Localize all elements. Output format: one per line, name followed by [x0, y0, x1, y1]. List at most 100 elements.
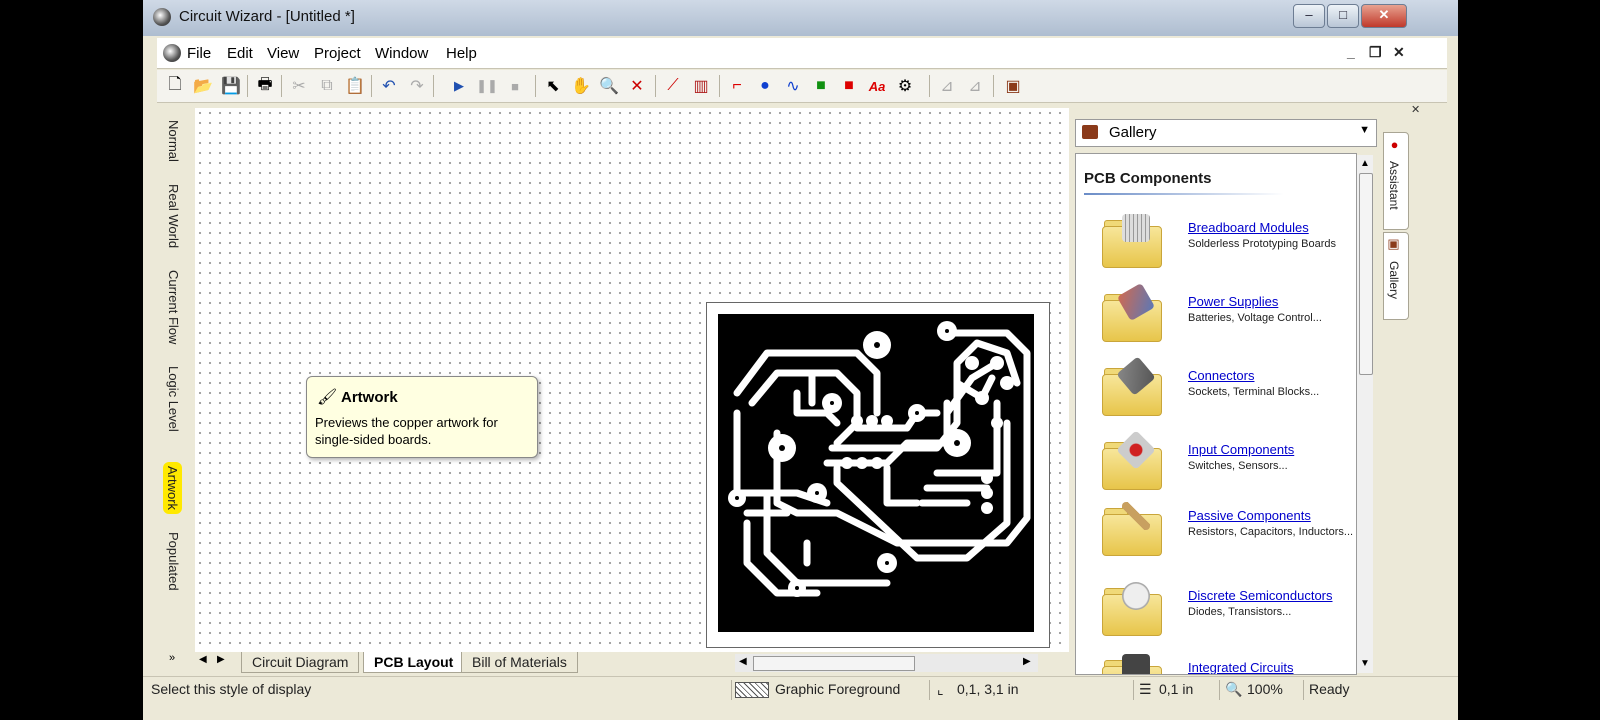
left-black-border — [0, 0, 143, 720]
mode-current-flow[interactable]: Current Flow — [166, 270, 181, 344]
pause-icon[interactable]: ❚❚ — [475, 74, 499, 98]
gallery-item[interactable]: Integrated Circuits — [1076, 652, 1354, 674]
mdi-minimize-button[interactable]: _ — [1347, 44, 1355, 60]
text-icon[interactable]: Aa — [865, 74, 889, 98]
undo-icon[interactable]: ↶ — [377, 74, 401, 98]
menu-view[interactable]: View — [267, 45, 299, 62]
maximize-button[interactable]: □ — [1327, 4, 1359, 28]
panel-close-icon[interactable]: ✕ — [1411, 103, 1420, 116]
gallery-heading: PCB Components — [1084, 170, 1212, 187]
paste-icon[interactable]: 📋 — [343, 74, 367, 98]
zoom-icon[interactable]: 🔍 — [597, 74, 621, 98]
status-coords: 0,1, 3,1 in — [957, 681, 1019, 697]
pan-icon[interactable]: ✋ — [569, 74, 593, 98]
gallery-item-link[interactable]: Passive Components — [1188, 508, 1311, 523]
gallery-scrollbar[interactable]: ▲ ▼ — [1357, 155, 1373, 673]
chevron-down-icon[interactable]: » — [169, 652, 175, 664]
mode-normal[interactable]: Normal — [166, 120, 181, 162]
gallery-item[interactable]: Input Components Switches, Sensors... — [1076, 430, 1354, 504]
pad-icon[interactable]: ● — [753, 74, 777, 98]
gallery-icon[interactable]: ▣ — [1001, 74, 1025, 98]
select-icon[interactable]: ⬉ — [541, 74, 565, 98]
menu-window[interactable]: Window — [375, 45, 428, 62]
status-zoom[interactable]: 100% — [1247, 681, 1283, 697]
curve-icon[interactable]: ∿ — [781, 74, 805, 98]
tab-circuit-diagram[interactable]: Circuit Diagram — [241, 652, 360, 673]
chip-icon[interactable]: ⚙ — [893, 74, 917, 98]
gallery-item[interactable]: Power Supplies Batteries, Voltage Contro… — [1076, 282, 1354, 356]
mdi-close-button[interactable]: ✕ — [1393, 44, 1405, 61]
gallery-scroll-thumb[interactable] — [1359, 173, 1373, 375]
gallery-item-link[interactable]: Connectors — [1188, 368, 1254, 383]
rect-icon[interactable]: ■ — [809, 74, 833, 98]
redo-icon[interactable]: ↷ — [405, 74, 429, 98]
dropdown-arrow-icon[interactable]: ▼ — [1359, 124, 1370, 136]
mode-real-world[interactable]: Real World — [166, 184, 181, 248]
menu-bar: File Edit View Project Window Help _ ❐ ✕ — [157, 38, 1447, 69]
tab-bill-of-materials[interactable]: Bill of Materials — [461, 652, 578, 673]
menu-help[interactable]: Help — [446, 45, 477, 62]
menu-file[interactable]: File — [187, 45, 211, 62]
hscroll-thumb[interactable] — [753, 656, 915, 671]
scroll-right-icon[interactable]: ▶ — [1023, 656, 1031, 667]
gallery-item-desc: Batteries, Voltage Control... — [1188, 312, 1322, 324]
gallery-label: Gallery — [1387, 261, 1401, 300]
menu-edit[interactable]: Edit — [227, 45, 253, 62]
menu-project[interactable]: Project — [314, 45, 361, 62]
mode-logic-level[interactable]: Logic Level — [166, 366, 181, 432]
gallery-item[interactable]: Breadboard Modules Solderless Prototypin… — [1076, 212, 1354, 282]
gallery-item-link[interactable]: Input Components — [1188, 442, 1294, 457]
copy-icon[interactable]: ⧉ — [315, 74, 339, 98]
print-icon[interactable]: 🖶 — [253, 74, 277, 98]
close-button[interactable]: ✕ — [1361, 4, 1407, 28]
switch-folder-icon — [1102, 430, 1162, 490]
gallery-dropdown[interactable]: Gallery ▼ — [1075, 119, 1377, 147]
gallery-item[interactable]: Passive Components Resistors, Capacitors… — [1076, 500, 1354, 570]
mdi-restore-button[interactable]: ❐ — [1369, 44, 1382, 61]
probe-icon[interactable]: ⟋ — [661, 74, 685, 98]
mode-artwork[interactable]: Artwork — [163, 462, 182, 515]
status-grid[interactable]: 0,1 in — [1159, 681, 1193, 697]
gallery-item-link[interactable]: Integrated Circuits — [1188, 660, 1294, 674]
tab-next-icon[interactable]: ▶ — [217, 654, 225, 665]
flip-icon[interactable]: ⊿ — [935, 74, 959, 98]
status-bar: Select this style of display Graphic For… — [143, 676, 1458, 703]
tab-pcb-layout[interactable]: PCB Layout — [363, 652, 465, 673]
status-message: Select this style of display — [151, 681, 312, 697]
delete-icon[interactable]: ✕ — [625, 74, 649, 98]
graph-icon[interactable]: ▥ — [689, 74, 713, 98]
tooltip-body: Previews the copper artwork for single-s… — [315, 415, 498, 447]
gallery-item[interactable]: Connectors Sockets, Terminal Blocks... — [1076, 356, 1354, 430]
stop-icon[interactable]: ■ — [503, 74, 527, 98]
scroll-left-icon[interactable]: ◀ — [739, 656, 747, 667]
mode-populated[interactable]: Populated — [166, 532, 181, 591]
canvas-horizontal-scrollbar[interactable]: ◀ ▶ — [735, 654, 1038, 672]
tab-assistant[interactable]: ● Assistant — [1383, 132, 1409, 230]
gallery-scroll-down-icon[interactable]: ▼ — [1357, 655, 1373, 673]
gallery-item-desc: Diodes, Transistors... — [1188, 606, 1292, 618]
mirror-icon[interactable]: ⊿ — [963, 74, 987, 98]
minimize-button[interactable]: – — [1293, 4, 1325, 28]
gallery-item-desc: Solderless Prototyping Boards — [1188, 238, 1336, 250]
tab-gallery[interactable]: ▣ Gallery — [1383, 232, 1409, 320]
gallery-item-link[interactable]: Discrete Semiconductors — [1188, 588, 1333, 603]
gallery-scroll-up-icon[interactable]: ▲ — [1357, 155, 1373, 173]
save-icon[interactable]: 💾 — [219, 74, 243, 98]
new-icon[interactable]: 🗋 — [163, 74, 187, 98]
tab-prev-icon[interactable]: ◀ — [199, 654, 207, 665]
battery-folder-icon — [1102, 282, 1162, 342]
cut-icon[interactable]: ✂ — [287, 74, 311, 98]
ic-folder-icon — [1102, 654, 1162, 674]
right-black-border — [1458, 0, 1600, 720]
gallery-item[interactable]: Discrete Semiconductors Diodes, Transist… — [1076, 580, 1354, 650]
grid-icon: ☰ — [1139, 681, 1152, 697]
status-layer[interactable]: Graphic Foreground — [775, 681, 900, 697]
diode-folder-icon — [1102, 582, 1162, 636]
document-tab-bar: ◀ ▶ Circuit Diagram PCB Layout Bill of M… — [195, 652, 1205, 674]
gallery-item-link[interactable]: Power Supplies — [1188, 294, 1278, 309]
gallery-item-link[interactable]: Breadboard Modules — [1188, 220, 1309, 235]
play-icon[interactable]: ▶ — [447, 74, 471, 98]
fill-icon[interactable]: ■ — [837, 74, 861, 98]
open-icon[interactable]: 📂 — [191, 74, 215, 98]
track-icon[interactable]: ⌐ — [725, 74, 749, 98]
